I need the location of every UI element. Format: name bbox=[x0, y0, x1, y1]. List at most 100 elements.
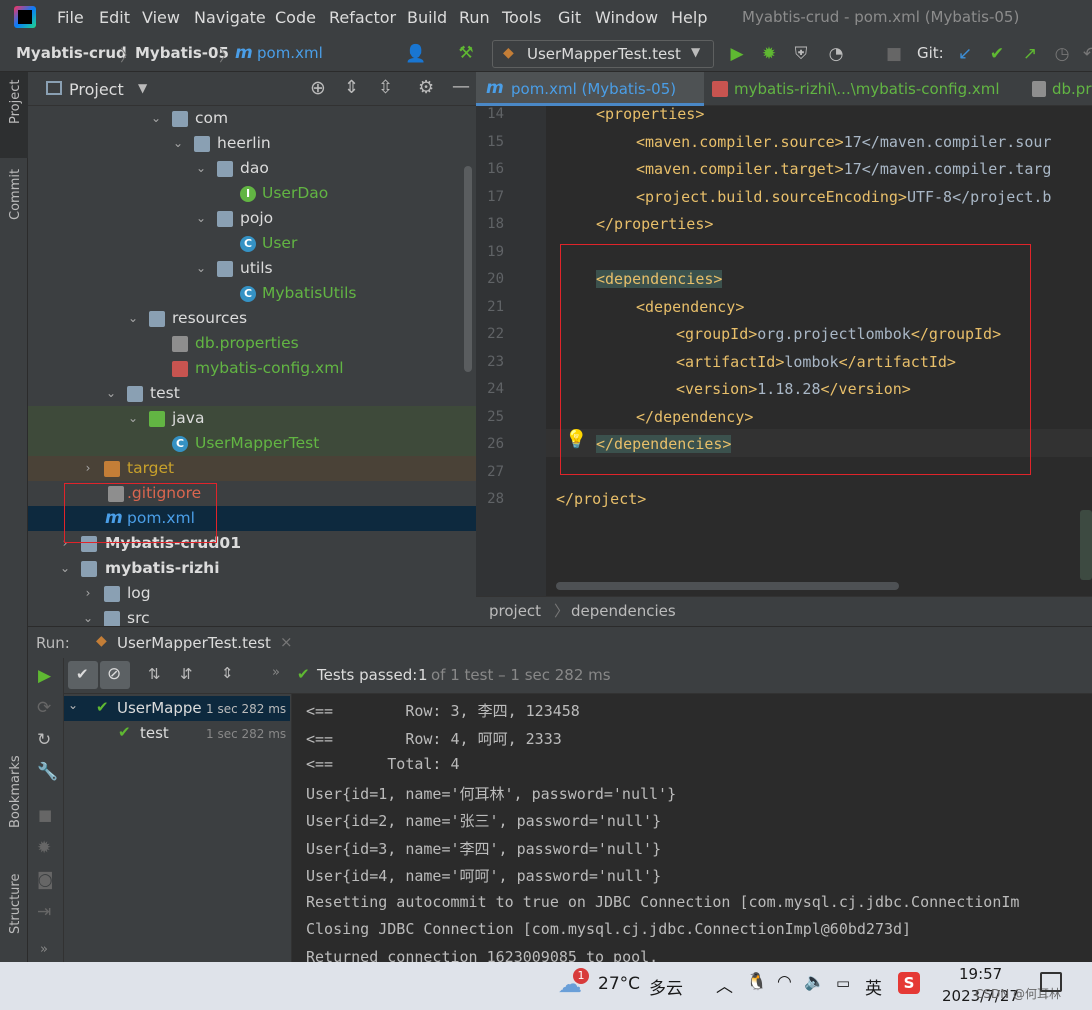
user-icon[interactable]: 👤 bbox=[405, 44, 426, 64]
breadcrumb-project-tag[interactable]: project bbox=[489, 602, 541, 620]
wifi-icon[interactable]: ◠ bbox=[777, 972, 792, 992]
chevron-down-icon[interactable]: ▼ bbox=[138, 81, 147, 95]
run-icon[interactable]: ▶ bbox=[727, 44, 747, 64]
chevron-right-icon[interactable]: › bbox=[81, 456, 95, 481]
tab-pom-xml[interactable]: m pom.xml (Mybatis-05) bbox=[476, 72, 704, 106]
chevron-down-icon[interactable]: ⌄ bbox=[171, 131, 185, 156]
tree-item-java[interactable]: ⌄ java bbox=[28, 406, 476, 431]
tree-item-src[interactable]: ⌄ src bbox=[28, 606, 476, 626]
tree-item-heerlin[interactable]: ⌄ heerlin bbox=[28, 131, 476, 156]
project-tool-label[interactable]: Project bbox=[8, 80, 23, 124]
volume-icon[interactable]: 🔈 bbox=[804, 972, 825, 992]
run-configuration-select[interactable]: ◆ UserMapperTest.test ▼ bbox=[492, 40, 714, 68]
tree-item-mybatis-config[interactable]: mybatis-config.xml bbox=[28, 356, 476, 381]
expand-all-icon[interactable]: ⇕ bbox=[221, 664, 234, 682]
chevron-down-icon[interactable]: ⌄ bbox=[58, 556, 72, 581]
menu-navigate[interactable]: Navigate bbox=[194, 8, 266, 27]
close-icon[interactable]: × bbox=[280, 633, 293, 651]
more-icon[interactable]: » bbox=[40, 942, 48, 957]
inspection-widget[interactable] bbox=[1080, 510, 1092, 580]
editor-horizontal-scrollbar[interactable] bbox=[556, 582, 899, 590]
chevron-down-icon[interactable]: ⌄ bbox=[194, 156, 208, 181]
more-icon[interactable]: » bbox=[272, 665, 280, 680]
tab-mybatis-config[interactable]: mybatis-rizhi\...\mybatis-config.xml bbox=[704, 72, 1004, 106]
bookmarks-tool-label[interactable]: Bookmarks bbox=[8, 755, 23, 828]
tree-item-user[interactable]: C User bbox=[28, 231, 476, 256]
menu-help[interactable]: Help bbox=[671, 8, 707, 27]
tree-item-com[interactable]: ⌄ com bbox=[28, 106, 476, 131]
git-update-icon[interactable]: ↙ bbox=[955, 44, 975, 64]
test-case-row[interactable]: ✔ test 1 sec 282 ms bbox=[64, 721, 290, 746]
tree-item-test[interactable]: ⌄ test bbox=[28, 381, 476, 406]
menu-edit[interactable]: Edit bbox=[99, 8, 130, 27]
tree-item-mybatis-rizhi[interactable]: ⌄ mybatis-rizhi bbox=[28, 556, 476, 581]
locate-icon[interactable]: ⊕ bbox=[310, 77, 326, 99]
hammer-icon[interactable]: ⚒ bbox=[456, 43, 476, 63]
tab-db-properties[interactable]: db.pr bbox=[1024, 72, 1092, 106]
chevron-down-icon[interactable]: ⌄ bbox=[194, 206, 208, 231]
menu-build[interactable]: Build bbox=[407, 8, 447, 27]
tree-item-usermappertest[interactable]: C UserMapperTest bbox=[28, 431, 476, 456]
tree-item-resources[interactable]: ⌄ resources bbox=[28, 306, 476, 331]
chevron-down-icon[interactable]: ⌄ bbox=[126, 306, 140, 331]
breadcrumb-module[interactable]: Mybatis-05 bbox=[135, 44, 229, 62]
menu-code[interactable]: Code bbox=[275, 8, 316, 27]
sort-duration-icon[interactable]: ⇵ bbox=[180, 665, 193, 683]
sort-alpha-icon[interactable]: ⇅ bbox=[148, 665, 161, 683]
debug-icon[interactable]: ✹ bbox=[759, 44, 779, 64]
run-tab[interactable]: UserMapperTest.test bbox=[117, 634, 271, 652]
console-output[interactable]: <== Row: 3, 李四, 123458 <== Row: 4, 呵呵, 2… bbox=[292, 694, 1092, 962]
tree-item-utils[interactable]: ⌄ utils bbox=[28, 256, 476, 281]
test-suite-row[interactable]: ⌄ ✔ UserMappe 1 sec 282 ms bbox=[64, 696, 290, 721]
chevron-down-icon[interactable]: ⌄ bbox=[104, 381, 118, 406]
show-ignored-toggle[interactable]: ⊘ bbox=[100, 661, 130, 689]
toggle-autotest-icon[interactable]: ↻ bbox=[37, 730, 51, 750]
profile-icon[interactable]: ◔ bbox=[826, 44, 846, 64]
weather-text[interactable]: 多云 bbox=[649, 974, 683, 999]
git-push-icon[interactable]: ↗ bbox=[1020, 44, 1040, 64]
tree-item-target[interactable]: › target bbox=[28, 456, 476, 481]
menu-view[interactable]: View bbox=[142, 8, 180, 27]
tree-item-dao[interactable]: ⌄ dao bbox=[28, 156, 476, 181]
minimize-icon[interactable]: — bbox=[452, 76, 470, 97]
rollback-icon[interactable]: ↶ bbox=[1080, 44, 1092, 64]
chevron-down-icon[interactable]: ⌄ bbox=[68, 698, 78, 712]
chevron-down-icon[interactable]: ⌄ bbox=[194, 256, 208, 281]
structure-tool-label[interactable]: Structure bbox=[8, 874, 23, 934]
chevron-up-icon[interactable]: ︿ bbox=[716, 972, 733, 997]
rerun-icon[interactable]: ▶ bbox=[38, 666, 51, 686]
stop-icon[interactable]: ■ bbox=[38, 806, 52, 824]
temperature[interactable]: 27°C bbox=[598, 974, 640, 994]
coverage-icon[interactable]: ⛨ bbox=[791, 44, 811, 64]
tree-item-log[interactable]: › log bbox=[28, 581, 476, 606]
chevron-right-icon[interactable]: › bbox=[81, 581, 95, 606]
chevron-down-icon[interactable]: ⌄ bbox=[81, 606, 95, 626]
menu-file[interactable]: File bbox=[57, 8, 84, 27]
show-passed-toggle[interactable]: ✔ bbox=[68, 661, 98, 689]
tree-item-userdao[interactable]: I UserDao bbox=[28, 181, 476, 206]
clock-time[interactable]: 19:57 bbox=[959, 965, 1002, 983]
rerun-failed-icon[interactable]: ⟳ bbox=[37, 698, 51, 718]
gear-icon[interactable]: ⚙ bbox=[418, 77, 434, 98]
breadcrumb-project[interactable]: Myabtis-crud bbox=[16, 44, 127, 62]
menu-tools[interactable]: Tools bbox=[502, 8, 541, 27]
git-commit-icon[interactable]: ✔ bbox=[987, 44, 1007, 64]
project-scrollbar[interactable] bbox=[464, 166, 472, 372]
wrench-icon[interactable]: 🔧 bbox=[37, 762, 58, 782]
commit-tool-label[interactable]: Commit bbox=[8, 169, 23, 220]
notification-center-icon[interactable] bbox=[1040, 972, 1062, 992]
breadcrumb-dependencies-tag[interactable]: dependencies bbox=[571, 602, 676, 620]
qq-icon[interactable]: 🐧 bbox=[746, 972, 767, 992]
sogou-ime-icon[interactable]: S bbox=[898, 972, 920, 994]
debug-icon[interactable]: ✹ bbox=[37, 838, 51, 858]
tree-item-pojo[interactable]: ⌄ pojo bbox=[28, 206, 476, 231]
tree-item-mybatisutils[interactable]: C MybatisUtils bbox=[28, 281, 476, 306]
breadcrumb-file[interactable]: pom.xml bbox=[257, 44, 323, 62]
menu-refactor[interactable]: Refactor bbox=[329, 8, 396, 27]
menu-git[interactable]: Git bbox=[558, 8, 581, 27]
menu-run[interactable]: Run bbox=[459, 8, 490, 27]
chevron-down-icon[interactable]: ⌄ bbox=[149, 106, 163, 131]
menu-window[interactable]: Window bbox=[595, 8, 658, 27]
expand-all-icon[interactable]: ⇕ bbox=[344, 77, 359, 98]
collapse-all-icon[interactable]: ⇳ bbox=[378, 77, 393, 98]
